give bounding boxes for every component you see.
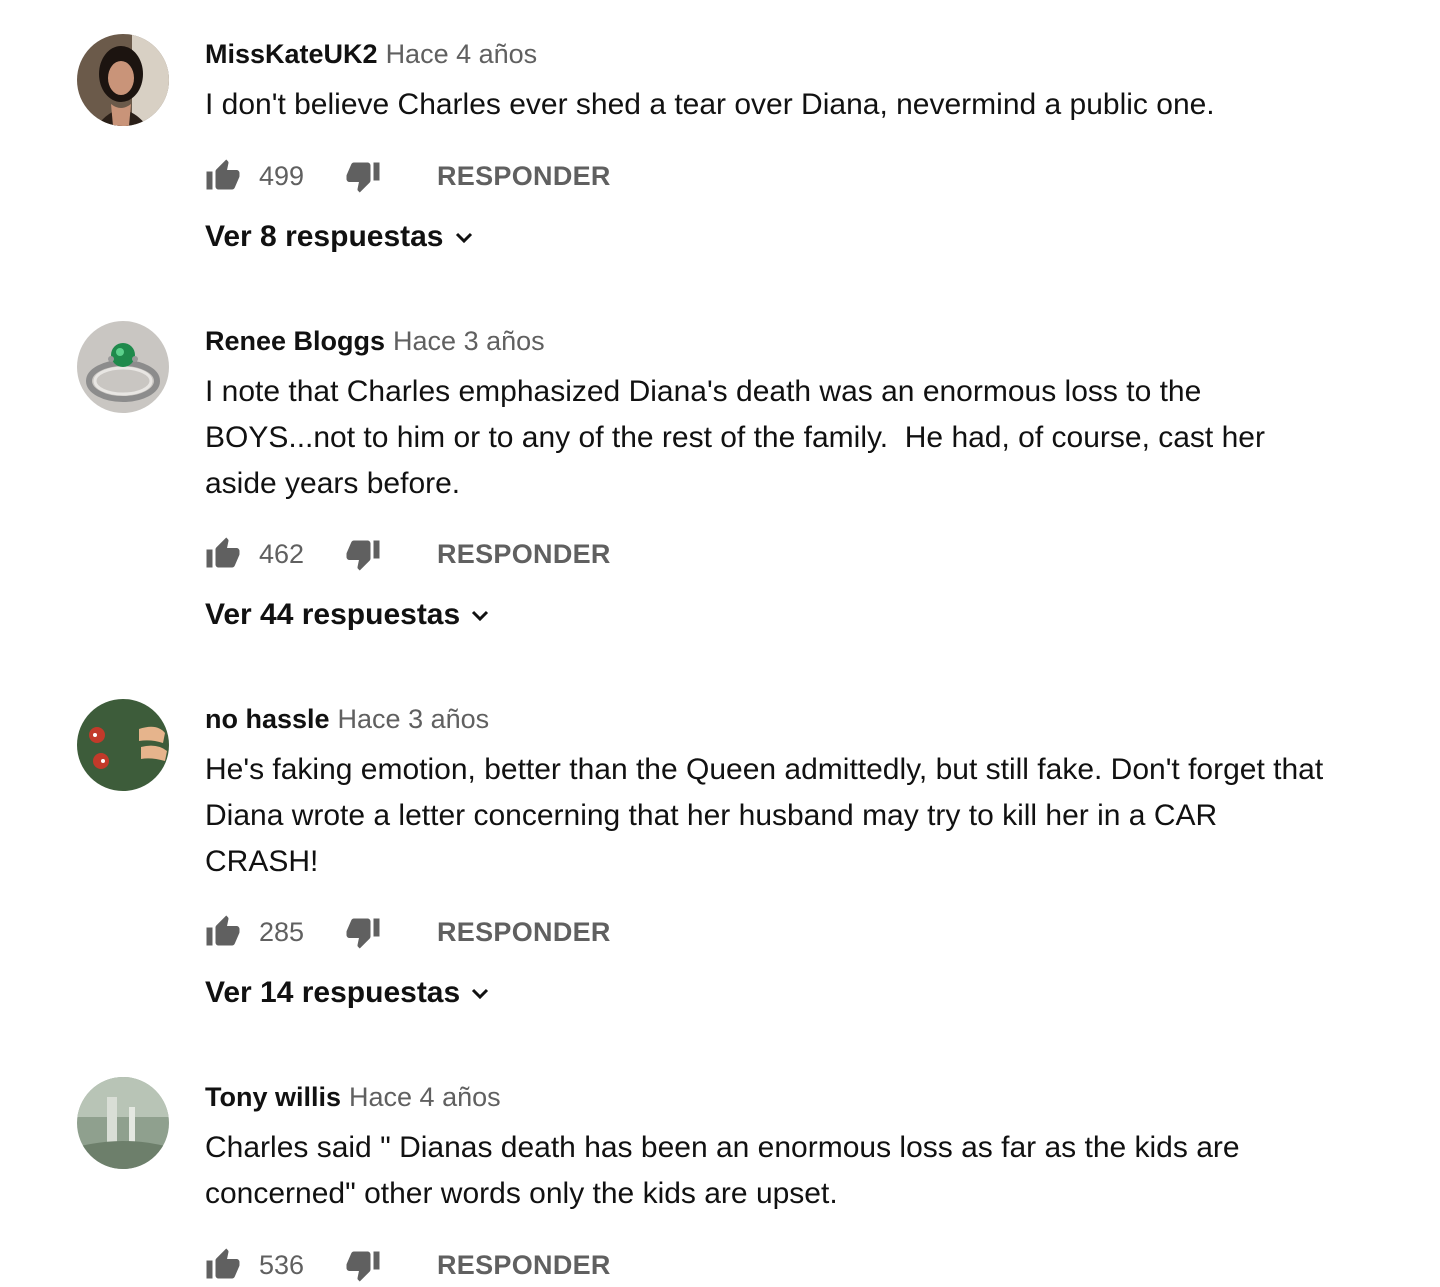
like-count: 285 (259, 917, 305, 947)
view-replies-button[interactable]: Ver 14 respuestas (205, 973, 492, 1013)
comment-header: MissKateUK2 Hace 4 años (205, 38, 537, 70)
like-count: 536 (259, 1250, 305, 1280)
chevron-down-icon (455, 233, 472, 244)
like-count: 499 (259, 161, 305, 191)
thumbs-down-icon[interactable] (345, 536, 381, 572)
avatar[interactable] (77, 321, 169, 413)
thumbs-down-icon[interactable] (345, 158, 381, 194)
author-name[interactable]: no hassle (205, 704, 330, 734)
comment-timestamp[interactable]: Hace 3 años (393, 326, 545, 356)
view-replies-label: Ver 14 respuestas (205, 976, 461, 1009)
comment-text: Charles said " Dianas death has been an … (205, 1131, 1248, 1210)
view-replies-button[interactable]: Ver 44 respuestas (205, 595, 492, 635)
view-replies-button[interactable]: Ver 8 respuestas (205, 217, 476, 257)
author-name[interactable]: Tony willis (205, 1082, 341, 1112)
reply-button[interactable]: RESPONDER (437, 916, 611, 948)
comment-timestamp[interactable]: Hace 4 años (386, 39, 538, 69)
comment-header: Renee Bloggs Hace 3 años (205, 325, 545, 357)
avatar-image (77, 699, 169, 791)
comment-timestamp[interactable]: Hace 4 años (349, 1082, 501, 1112)
thumbs-up-icon[interactable] (205, 536, 241, 572)
avatar-image (77, 34, 169, 126)
avatar-image (77, 1077, 169, 1169)
comment-header: Tony willis Hace 4 años (205, 1081, 501, 1113)
thumbs-down-icon[interactable] (345, 1247, 381, 1283)
comment-text: He's faking emotion, better than the Que… (205, 753, 1332, 878)
reply-button[interactable]: RESPONDER (437, 538, 611, 570)
avatar[interactable] (77, 699, 169, 791)
thumbs-up-icon[interactable] (205, 914, 241, 950)
comment-text: I note that Charles emphasized Diana's d… (205, 375, 1274, 500)
view-replies-label: Ver 44 respuestas (205, 598, 461, 631)
thumbs-up-icon[interactable] (205, 158, 241, 194)
thumbs-down-icon[interactable] (345, 914, 381, 950)
comment-timestamp[interactable]: Hace 3 años (338, 704, 490, 734)
avatar[interactable] (77, 1077, 169, 1169)
author-name[interactable]: MissKateUK2 (205, 39, 378, 69)
author-name[interactable]: Renee Bloggs (205, 326, 385, 356)
chevron-down-icon (472, 989, 489, 1000)
view-replies-label: Ver 8 respuestas (205, 220, 444, 253)
reply-button[interactable]: RESPONDER (437, 160, 611, 192)
reply-button[interactable]: RESPONDER (437, 1249, 611, 1281)
avatar[interactable] (77, 34, 169, 126)
like-count: 462 (259, 539, 305, 569)
thumbs-up-icon[interactable] (205, 1247, 241, 1283)
avatar-image (77, 321, 169, 413)
comment-header: no hassle Hace 3 años (205, 703, 489, 735)
comment-text: I don't believe Charles ever shed a tear… (205, 88, 1215, 121)
chevron-down-icon (472, 611, 489, 622)
